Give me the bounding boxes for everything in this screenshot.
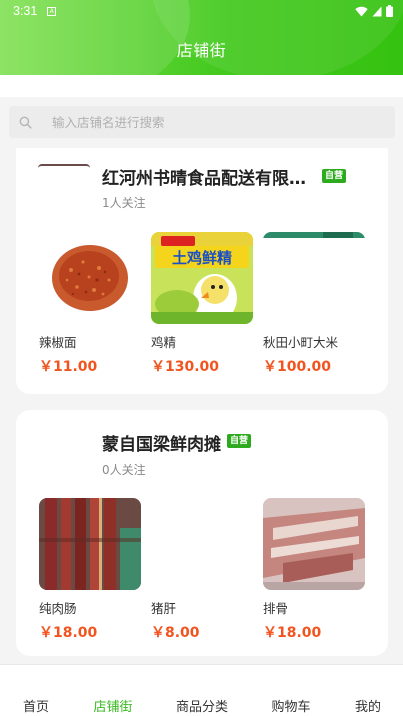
- status-bar: 3:31 A: [0, 0, 403, 22]
- product-image: [39, 498, 141, 590]
- product-price: ￥18.00: [39, 625, 98, 641]
- product-item[interactable]: 纯肉肠 ￥18.00: [39, 498, 141, 642]
- shop-followers: 0人关注: [102, 463, 146, 477]
- shop-card[interactable]: 红河州书晴食品配送有限… 自营 1人关注 辣椒面 ￥11.00 土鸡鲜精 鸡精 …: [16, 148, 388, 394]
- product-price: ￥11.00: [39, 359, 98, 375]
- product-price: ￥18.00: [263, 625, 322, 641]
- shop-logo: [38, 426, 90, 470]
- search-input[interactable]: [52, 114, 352, 130]
- product-image: [151, 498, 253, 590]
- product-item[interactable]: 秋田小町大米 ￥100.00: [263, 232, 365, 376]
- product-name: 辣椒面: [39, 335, 77, 350]
- shop-card[interactable]: 蒙自国梁鲜肉摊 自营 0人关注 纯肉肠 ￥18.00 猪肝 ￥8.00 排骨 ￥…: [16, 410, 388, 656]
- shop-followers: 1人关注: [102, 196, 146, 210]
- wifi-icon: [355, 6, 368, 16]
- product-image: [39, 232, 141, 324]
- product-price: ￥8.00: [151, 625, 200, 641]
- search-bar[interactable]: [9, 106, 395, 138]
- product-item[interactable]: 土鸡鲜精 鸡精 ￥130.00: [151, 232, 253, 376]
- product-item[interactable]: 排骨 ￥18.00: [263, 498, 365, 642]
- self-operated-badge: 自营: [322, 169, 347, 183]
- signal-icon: [372, 6, 382, 16]
- nav-cart[interactable]: 购物车: [271, 696, 310, 715]
- search-icon: [19, 116, 32, 129]
- app-header: 3:31 A 店铺街: [0, 0, 403, 75]
- header-spacer: [0, 75, 403, 97]
- product-name: 秋田小町大米: [263, 335, 339, 350]
- nav-categories[interactable]: 商品分类: [176, 696, 228, 715]
- bottom-nav: 首页 店铺街 商品分类 购物车 我的: [0, 664, 403, 716]
- product-name: 猪肝: [151, 601, 177, 616]
- product-price: ￥130.00: [151, 359, 220, 375]
- product-item[interactable]: 辣椒面 ￥11.00: [39, 232, 141, 376]
- shop-list[interactable]: 红河州书晴食品配送有限… 自营 1人关注 辣椒面 ￥11.00 土鸡鲜精 鸡精 …: [0, 148, 403, 664]
- product-price: ￥100.00: [263, 359, 332, 375]
- package-label: 土鸡鲜精: [172, 249, 232, 267]
- battery-icon: [386, 5, 393, 17]
- product-image: [263, 498, 365, 590]
- product-name: 排骨: [263, 601, 289, 616]
- shop-name: 蒙自国梁鲜肉摊: [102, 435, 221, 455]
- product-image: [263, 232, 365, 324]
- product-image: 土鸡鲜精: [151, 232, 253, 324]
- a-icon: A: [47, 6, 57, 16]
- product-name: 纯肉肠: [39, 601, 77, 616]
- status-time: 3:31: [13, 4, 38, 18]
- nav-home[interactable]: 首页: [23, 696, 49, 715]
- nav-shop-street[interactable]: 店铺街: [93, 696, 132, 715]
- nav-mine[interactable]: 我的: [355, 696, 381, 715]
- shop-name: 红河州书晴食品配送有限…: [102, 169, 306, 189]
- page-title: 店铺街: [176, 41, 227, 60]
- self-operated-badge: 自营: [227, 434, 252, 448]
- shop-logo: [38, 164, 90, 194]
- product-item[interactable]: 猪肝 ￥8.00: [151, 498, 253, 642]
- product-name: 鸡精: [151, 335, 177, 350]
